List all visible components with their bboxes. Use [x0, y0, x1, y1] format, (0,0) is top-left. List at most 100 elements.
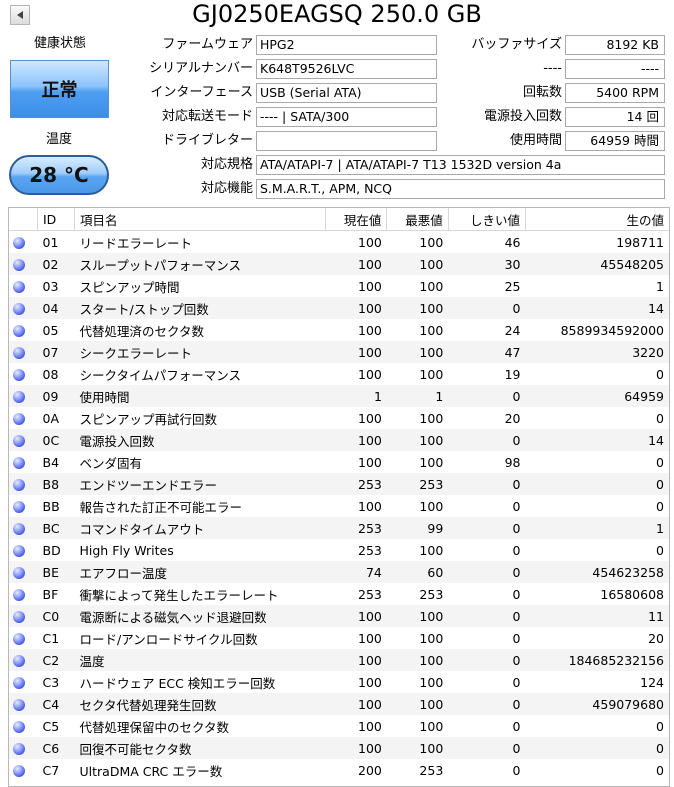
- raw-value: 198711: [525, 230, 669, 253]
- attribute-id: C7: [37, 759, 75, 781]
- table-row[interactable]: C3 ハードウェア ECC 検知エラー回数 100 100 0 124: [9, 671, 669, 693]
- threshold-value: 24: [448, 319, 526, 341]
- attribute-name: 代替処理保留中のセクタ数: [74, 715, 326, 737]
- worst-value: 100: [386, 627, 449, 649]
- raw-value: 0: [525, 495, 669, 517]
- table-row[interactable]: BC コマンドタイムアウト 253 99 0 1: [9, 517, 669, 539]
- table-row[interactable]: 03 スピンアップ時間 100 100 25 1: [9, 275, 669, 297]
- interface-label: インターフェース: [150, 85, 253, 100]
- table-row[interactable]: C5 代替処理保留中のセクタ数 100 100 0 0: [9, 715, 669, 737]
- table-row[interactable]: BF 衝撃によって発生したエラーレート 253 253 0 16580608: [9, 583, 669, 605]
- current-value: 100: [325, 649, 387, 671]
- table-row[interactable]: 07 シークエラーレート 100 100 47 3220: [9, 341, 669, 363]
- attribute-id: B8: [37, 473, 75, 495]
- threshold-value: 46: [448, 230, 526, 253]
- current-value: 74: [325, 561, 387, 583]
- worst-value: 253: [386, 759, 449, 781]
- attribute-name: 報告された訂正不可能エラー: [74, 495, 326, 517]
- table-row[interactable]: B4 ベンダ固有 100 100 98 0: [9, 451, 669, 473]
- current-value: 100: [325, 671, 387, 693]
- attribute-name: 使用時間: [74, 385, 326, 407]
- smart-table[interactable]: ID 項目名 現在値 最悪値 しきい値 生の値 01 リードエラーレート 100 10…: [8, 207, 670, 787]
- status-dot-icon: [13, 545, 25, 557]
- features-label: 対応機能: [200, 181, 253, 196]
- table-row[interactable]: 04 スタート/ストップ回数 100 100 0 14: [9, 297, 669, 319]
- status-dot-icon: [13, 721, 25, 733]
- threshold-value: 0: [448, 561, 526, 583]
- table-row[interactable]: 0A スピンアップ再試行回数 100 100 20 0: [9, 407, 669, 429]
- table-row[interactable]: 05 代替処理済のセクタ数 100 100 24 8589934592000: [9, 319, 669, 341]
- worst-value: 100: [386, 407, 449, 429]
- current-value: 253: [325, 539, 387, 561]
- table-row[interactable]: C1 ロード/アンロードサイクル回数 100 100 0 20: [9, 627, 669, 649]
- attribute-name: 代替処理済のセクタ数: [74, 319, 326, 341]
- table-row[interactable]: C7 UltraDMA CRC エラー数 200 253 0 0: [9, 759, 669, 781]
- status-dot-icon: [13, 589, 25, 601]
- attribute-id: 05: [37, 319, 75, 341]
- attribute-id: BC: [37, 517, 75, 539]
- attribute-id: C6: [37, 737, 75, 759]
- threshold-column-header[interactable]: しきい値: [448, 208, 526, 231]
- attribute-id: C5: [37, 715, 75, 737]
- threshold-value: 0: [448, 429, 526, 451]
- worst-value: 100: [386, 230, 449, 253]
- id-column-header[interactable]: ID: [37, 208, 75, 231]
- raw-value: 0: [525, 539, 669, 561]
- health-status-button[interactable]: 正常: [10, 60, 109, 118]
- current-value: 100: [325, 230, 387, 253]
- status-column-header[interactable]: [9, 208, 38, 231]
- table-row[interactable]: BE エアフロー温度 74 60 0 454623258: [9, 561, 669, 583]
- current-value: 100: [325, 693, 387, 715]
- table-row[interactable]: C0 電源断による磁気ヘッド退避回数 100 100 0 11: [9, 605, 669, 627]
- table-row[interactable]: C6 回復不可能セクタ数 100 100 0 0: [9, 737, 669, 759]
- worst-value: 253: [386, 473, 449, 495]
- table-row[interactable]: 02 スループットパフォーマンス 100 100 30 45548205: [9, 253, 669, 275]
- attribute-name-column-header[interactable]: 項目名: [74, 208, 326, 231]
- attribute-name: 回復不可能セクタ数: [74, 737, 326, 759]
- status-cell: [9, 715, 38, 737]
- worst-column-header[interactable]: 最悪値: [386, 208, 449, 231]
- table-row[interactable]: BB 報告された訂正不可能エラー 100 100 0 0: [9, 495, 669, 517]
- temperature-label: 温度: [46, 132, 73, 147]
- threshold-value: 0: [448, 671, 526, 693]
- status-cell: [9, 473, 38, 495]
- current-value: 1: [325, 385, 387, 407]
- raw-value-column-header[interactable]: 生の値: [525, 208, 669, 231]
- status-dot-icon: [13, 325, 25, 337]
- table-row[interactable]: 01 リードエラーレート 100 100 46 198711: [9, 230, 669, 253]
- table-row[interactable]: C2 温度 100 100 0 184685232156: [9, 649, 669, 671]
- table-row[interactable]: 09 使用時間 1 1 0 64959: [9, 385, 669, 407]
- worst-value: 100: [386, 341, 449, 363]
- status-dot-icon: [13, 501, 25, 513]
- transfer-mode-field: ---- | SATA/300: [256, 107, 437, 127]
- table-row[interactable]: 0C 電源投入回数 100 100 0 14: [9, 429, 669, 451]
- current-column-header[interactable]: 現在値: [325, 208, 388, 231]
- table-row[interactable]: C4 セクタ代替処理発生回数 100 100 0 459079680: [9, 693, 669, 715]
- table-row[interactable]: BD High Fly Writes 253 100 0 0: [9, 539, 669, 561]
- status-cell: [9, 671, 38, 693]
- attribute-id: C4: [37, 693, 75, 715]
- attribute-id: 03: [37, 275, 75, 297]
- buffer-size-field: 8192 KB: [565, 35, 665, 55]
- raw-value: 184685232156: [525, 649, 669, 671]
- drive-letter-label: ドライブレター: [161, 133, 253, 148]
- worst-value: 100: [386, 649, 449, 671]
- threshold-value: 0: [448, 495, 526, 517]
- firmware-field: HPG2: [256, 35, 437, 55]
- features-field: S.M.A.R.T., APM, NCQ: [256, 179, 665, 199]
- health-label: 健康状態: [34, 36, 87, 51]
- raw-value: 0: [525, 715, 669, 737]
- status-cell: [9, 230, 38, 253]
- worst-value: 100: [386, 495, 449, 517]
- current-value: 100: [325, 451, 387, 473]
- table-row[interactable]: 08 シークタイムパフォーマンス 100 100 19 0: [9, 363, 669, 385]
- table-header-row: ID 項目名 現在値 最悪値 しきい値 生の値: [9, 208, 669, 231]
- table-row[interactable]: B8 エンドツーエンドエラー 253 253 0 0: [9, 473, 669, 495]
- power-on-hours-label: 使用時間: [509, 133, 562, 148]
- attribute-name: スタート/ストップ回数: [74, 297, 326, 319]
- status-cell: [9, 297, 38, 319]
- standard-label: 対応規格: [200, 157, 253, 172]
- temperature-button[interactable]: 28 °C: [9, 155, 109, 195]
- attribute-id: 08: [37, 363, 75, 385]
- worst-value: 60: [386, 561, 449, 583]
